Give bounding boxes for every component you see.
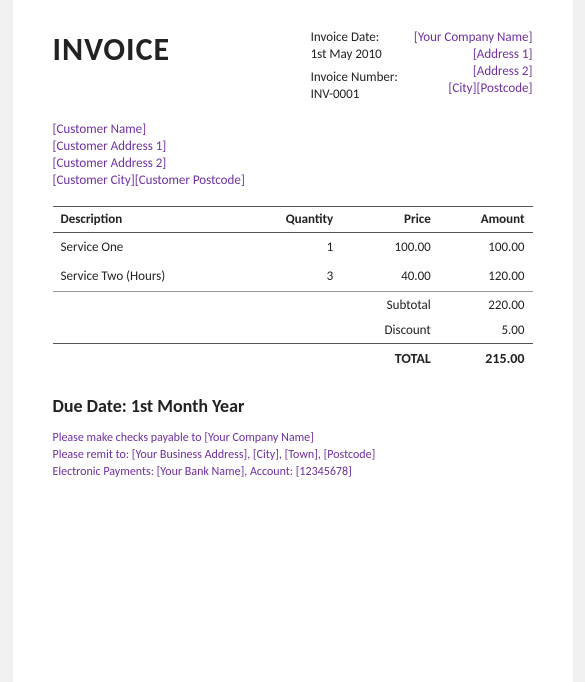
date-value: 1st May 2010 [311, 47, 398, 62]
item2-description: Service Two (Hours) [53, 262, 242, 292]
discount-value: 5.00 [439, 318, 533, 344]
col-description: Description [53, 207, 242, 233]
due-date-section: Due Date: 1st Month Year [53, 395, 533, 417]
number-label: Invoice Number: [311, 70, 398, 85]
invoice-table-section: Description Quantity Price Amount Servic… [53, 206, 533, 373]
item2-quantity: 3 [242, 262, 341, 292]
item1-amount: 100.00 [439, 233, 533, 263]
total-label: TOTAL [341, 343, 439, 373]
item1-description: Service One [53, 233, 242, 263]
item2-amount: 120.00 [439, 262, 533, 292]
payment-notes: Please make checks payable to [Your Comp… [53, 431, 533, 479]
customer-city: [Customer City][Customer Postcode] [53, 173, 533, 188]
due-date-title: Due Date: 1st Month Year [53, 395, 533, 417]
date-label: Invoice Date: [311, 30, 398, 45]
payment-note-1: Please make checks payable to [Your Comp… [53, 431, 533, 445]
customer-address2: [Customer Address 2] [53, 156, 533, 171]
company-city: [City][Postcode] [414, 81, 533, 96]
table-header: Description Quantity Price Amount [53, 207, 533, 233]
item1-price: 100.00 [341, 233, 439, 263]
subtotal-label: Subtotal [341, 293, 439, 318]
col-price: Price [341, 207, 439, 233]
payment-note-3: Electronic Payments: [Your Bank Name], A… [53, 465, 533, 479]
number-value: INV-0001 [311, 87, 398, 102]
subtotal-value: 220.00 [439, 293, 533, 318]
col-amount: Amount [439, 207, 533, 233]
item1-quantity: 1 [242, 233, 341, 263]
discount-label: Discount [341, 318, 439, 344]
table-row: Service One 1 100.00 100.00 [53, 233, 533, 263]
payment-note-2: Please remit to: [Your Business Address]… [53, 448, 533, 462]
customer-name: [Customer Name] [53, 122, 533, 137]
header-section: INVOICE Invoice Date: 1st May 2010 Invoi… [53, 30, 533, 104]
total-row: TOTAL 215.00 [53, 343, 533, 373]
table-row: Service Two (Hours) 3 40.00 120.00 [53, 262, 533, 292]
item2-price: 40.00 [341, 262, 439, 292]
customer-address1: [Customer Address 1] [53, 139, 533, 154]
subtotal-row: Subtotal 220.00 [53, 293, 533, 318]
col-quantity: Quantity [242, 207, 341, 233]
company-info: Invoice Date: 1st May 2010 Invoice Numbe… [311, 30, 533, 104]
date-labels: Invoice Date: 1st May 2010 Invoice Numbe… [311, 30, 398, 104]
discount-row: Discount 5.00 [53, 318, 533, 344]
invoice-table: Description Quantity Price Amount Servic… [53, 206, 533, 373]
invoice-page: INVOICE Invoice Date: 1st May 2010 Invoi… [13, 0, 573, 682]
customer-section: [Customer Name] [Customer Address 1] [Cu… [53, 122, 533, 188]
company-address2: [Address 2] [414, 64, 533, 79]
total-value: 215.00 [439, 343, 533, 373]
company-values: [Your Company Name] [Address 1] [Address… [414, 30, 533, 104]
invoice-title: INVOICE [53, 30, 171, 69]
company-address1: [Address 1] [414, 47, 533, 62]
company-name: [Your Company Name] [414, 30, 533, 45]
